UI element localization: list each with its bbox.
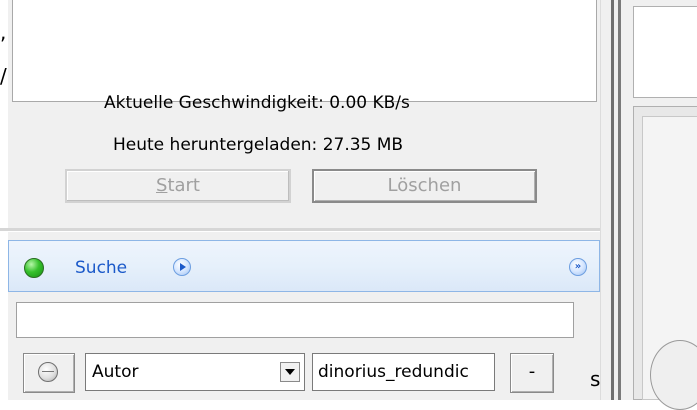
play-icon[interactable] <box>173 258 191 276</box>
start-button-label: tart <box>167 175 200 196</box>
stray-glyph-mid: / <box>0 64 7 88</box>
log-textarea[interactable] <box>12 0 597 102</box>
green-status-icon <box>24 258 44 278</box>
delete-button[interactable]: Löschen <box>312 169 537 203</box>
start-button-accesskey: S <box>156 175 168 196</box>
search-input[interactable] <box>16 302 574 338</box>
downloaded-today-value: 27.35 MB <box>322 135 404 155</box>
search-title: Suche <box>75 258 128 278</box>
current-speed-label: Aktuelle Geschwindigkeit: <box>104 93 324 113</box>
field-select-value: Autor <box>92 362 139 382</box>
chevron-down-icon[interactable] <box>280 362 300 382</box>
splitter[interactable] <box>600 0 611 400</box>
minus-circle-icon <box>38 362 58 382</box>
right-top-box <box>633 6 697 98</box>
downloaded-today-row: Heute heruntergeladen: 27.35 MB <box>113 133 403 157</box>
left-edge <box>0 0 8 400</box>
search-term-input[interactable] <box>312 353 495 391</box>
current-speed-row: Aktuelle Geschwindigkeit: 0.00 KB/s <box>104 91 410 115</box>
section-divider <box>0 228 611 232</box>
downloaded-today-label: Heute heruntergeladen: <box>113 135 318 155</box>
start-button[interactable]: Start <box>65 169 291 203</box>
double-chevron-down-icon[interactable]: » <box>569 258 587 276</box>
remove-filter-button[interactable]: - <box>510 353 554 393</box>
current-speed-value: 0.00 KB/s <box>329 93 410 113</box>
stray-glyph-top: , <box>0 20 7 44</box>
